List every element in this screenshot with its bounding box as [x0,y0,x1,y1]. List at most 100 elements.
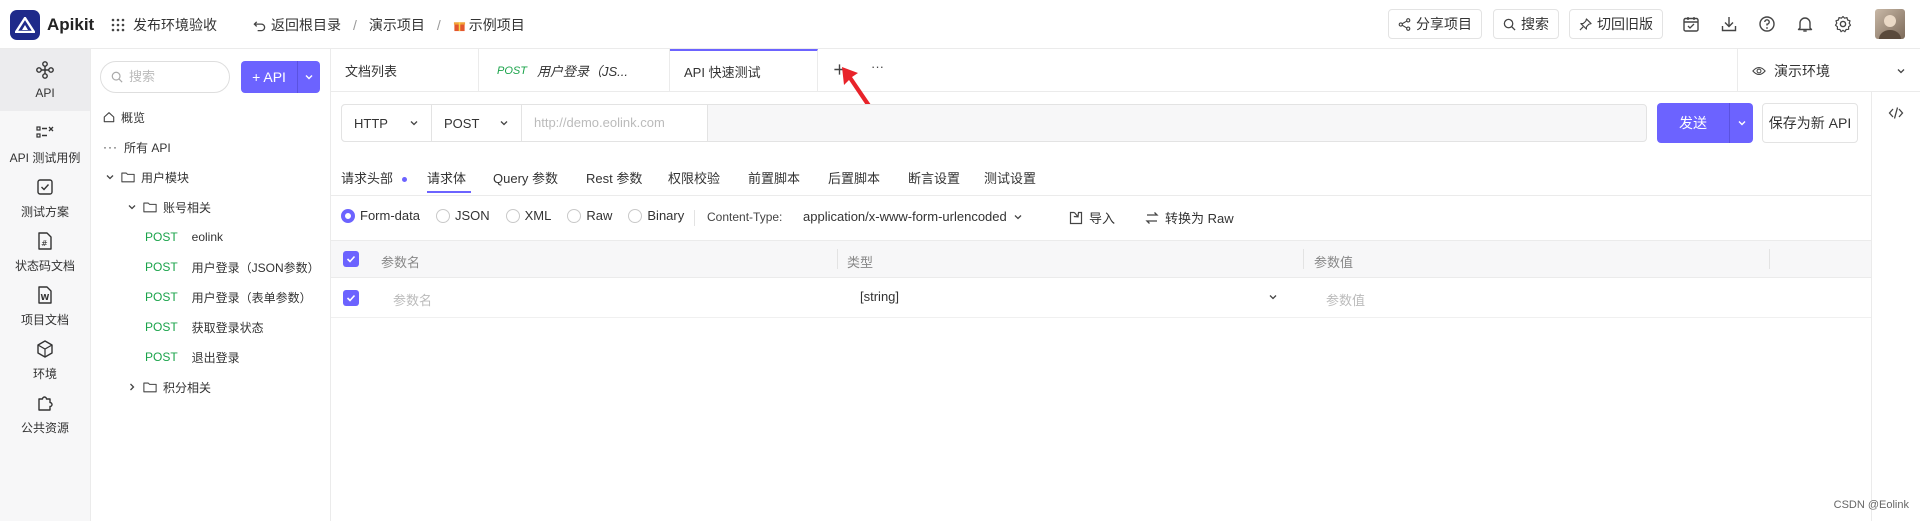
crumb-current[interactable]: 示例项目 [453,15,525,35]
rail-item-status-codes[interactable]: # 状态码文档 [0,221,90,283]
subtab-auth[interactable]: 权限校验 [668,168,720,187]
tree-api-item[interactable]: POST 获取登录状态 [145,316,264,338]
content-type-select[interactable]: application/x-www-form-urlencoded [803,209,1023,224]
folder-icon [121,172,135,183]
tab-doc-list[interactable]: 文档列表 [331,49,479,92]
active-subtab-underline [427,191,471,193]
rail-item-test-plan[interactable]: 测试方案 [0,167,90,229]
search-icon [1503,18,1516,31]
tab-api-quick-test[interactable]: API 快速测试 [670,49,818,92]
tree-group-account[interactable]: 账号相关 [127,196,211,218]
chevron-down-icon [128,205,136,210]
radio-xml[interactable]: XML [505,208,551,223]
chevron-down-icon [106,175,114,180]
settings-icon[interactable] [1834,13,1856,35]
rail-item-public-resources[interactable]: 公共资源 [0,383,90,445]
subtab-request-body[interactable]: 请求体 [427,168,466,187]
user-avatar-icon [1879,15,1901,39]
convert-to-raw-button[interactable]: 转换为 Raw [1145,208,1234,227]
ellipsis-icon: ··· [103,140,118,154]
send-button[interactable]: 发送 [1657,103,1753,143]
chevron-down-icon [1269,294,1277,299]
help-icon[interactable] [1758,13,1780,35]
column-header-type: 类型 [847,255,874,270]
rail-item-project-docs[interactable]: W 项目文档 [0,275,90,337]
subtab-rest-params[interactable]: Rest 参数 [586,168,642,187]
tree-api-item[interactable]: POST 退出登录 [145,346,240,368]
subtab-pre-script[interactable]: 前置脚本 [748,168,800,187]
check-icon [346,294,356,302]
tree-group-user-module[interactable]: 用户模块 [105,166,189,188]
switch-old-version-button[interactable]: 切回旧版 [1569,9,1663,39]
top-bar: Apikit 发布环境验收 返回根目录 / 演示项目 / 示例项目 分享项目 搜… [0,0,1920,49]
environment-selector[interactable]: 演示环境 [1737,49,1920,92]
api-icon [36,61,54,79]
avatar[interactable] [1875,9,1905,39]
calendar-icon[interactable] [1682,13,1704,35]
param-name-input[interactable]: 参数名 [393,290,432,309]
test-plan-icon [37,178,53,195]
download-icon[interactable] [1720,13,1742,35]
crumb-project[interactable]: 演示项目 [369,15,425,35]
subtab-request-headers[interactable]: 请求头部 [341,168,407,187]
tree-api-item[interactable]: POST eolink [145,226,223,248]
subtab-query-params[interactable]: Query 参数 [493,168,558,187]
tree-search-input[interactable]: 搜索 [100,61,230,93]
chevron-down-icon [410,121,418,126]
eye-icon [1752,66,1766,75]
divider [694,210,695,226]
bell-icon[interactable] [1796,13,1818,35]
search-button[interactable]: 搜索 [1493,9,1559,39]
app-logo[interactable] [10,10,40,40]
select-all-checkbox[interactable] [343,251,359,267]
subtab-test-settings[interactable]: 测试设置 [984,168,1036,187]
protocol-select[interactable]: HTTP [342,105,432,141]
chevron-down-icon[interactable] [1737,118,1747,128]
body-type-radio-group: Form-data JSON XML Raw Binary [341,208,684,223]
divider [331,195,1871,196]
tree-item-overview[interactable]: 概览 [103,106,145,128]
subtab-post-script[interactable]: 后置脚本 [828,168,880,187]
chevron-down-icon [1014,214,1022,219]
logo-icon [15,17,35,33]
method-select[interactable]: POST [432,105,522,141]
param-value-input[interactable]: 参数值 [1326,290,1365,309]
tab-user-login[interactable]: POST 用户登录（JS... [479,49,670,92]
code-icon[interactable] [1888,106,1904,120]
params-table-header: 参数名 类型 参数值 [331,240,1871,278]
content-type-label: Content-Type: [707,210,783,224]
url-input[interactable]: http://demo.eolink.com [522,105,708,141]
add-api-button[interactable]: + API [241,61,320,93]
convert-icon [1145,211,1159,224]
url-input-extension[interactable] [708,105,1646,141]
radio-raw[interactable]: Raw [567,208,612,223]
radio-form-data[interactable]: Form-data [341,208,420,223]
gift-icon [453,21,465,31]
column-header-value: 参数值 [1314,255,1354,270]
import-button[interactable]: 导入 [1069,208,1115,227]
share-project-button[interactable]: 分享项目 [1388,9,1482,39]
row-checkbox[interactable] [343,290,359,306]
tree-api-item[interactable]: POST 用户登录（表单参数） [145,286,312,308]
radio-binary[interactable]: Binary [628,208,684,223]
back-root-link[interactable]: 返回根目录 [253,15,341,35]
project-switch-label: 发布环境验收 [133,17,217,33]
tree-item-all-api[interactable]: ··· 所有 API [103,136,171,158]
tree-api-item[interactable]: POST 用户登录（JSON参数） [145,256,320,278]
save-as-new-api-button[interactable]: 保存为新 API [1762,103,1858,143]
tree-group-points[interactable]: 积分相关 [127,376,211,398]
project-switcher[interactable]: 发布环境验收 [111,15,217,35]
param-type-select[interactable]: [string] [860,289,1278,304]
document-tabs: 文档列表 POST 用户登录（JS... API 快速测试 ··· 演示环境 [331,49,1920,92]
import-icon [1069,211,1083,224]
chevron-down-icon[interactable] [304,72,314,82]
rail-item-test-cases[interactable]: API 测试用例 [0,113,90,175]
subtab-assertions[interactable]: 断言设置 [908,168,960,187]
chevron-down-icon [500,121,508,126]
check-icon [346,255,356,263]
radio-json[interactable]: JSON [435,208,490,223]
rail-item-environment[interactable]: 环境 [0,329,90,391]
undo-icon [253,20,266,31]
breadcrumb: 返回根目录 / 演示项目 / 示例项目 [253,15,525,35]
rail-item-api[interactable]: API [0,49,90,111]
